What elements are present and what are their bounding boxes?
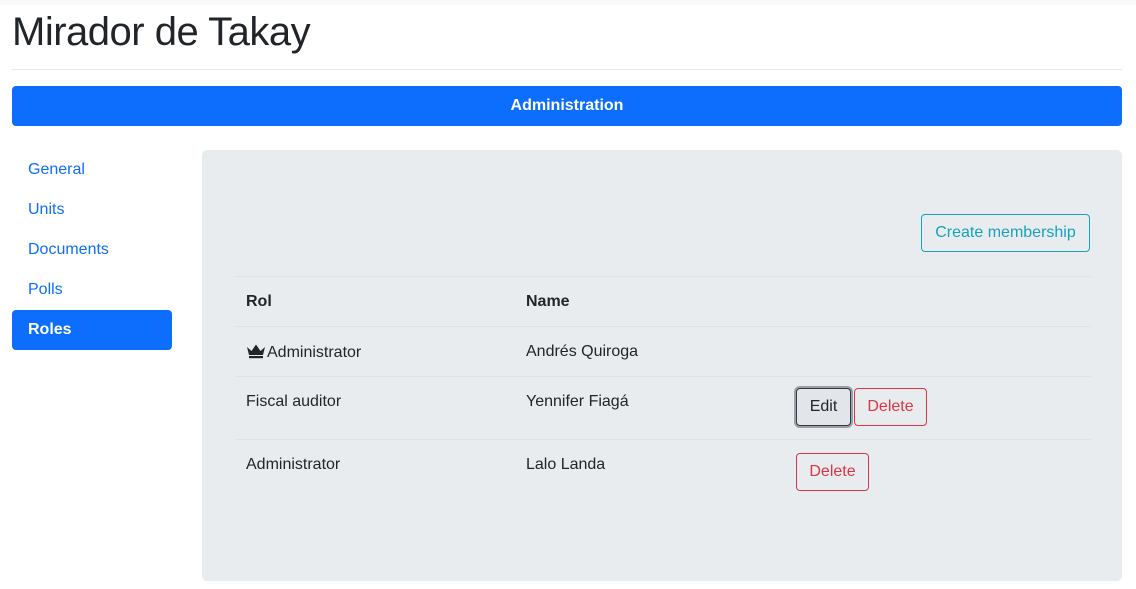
name-cell: Lalo Landa xyxy=(526,456,605,474)
sidebar-item-general[interactable]: General xyxy=(12,150,172,190)
table-row: Administrator Lalo Landa Delete xyxy=(235,439,1091,501)
administration-bar-label: Administration xyxy=(511,97,624,115)
role-cell: Administrator xyxy=(246,456,340,474)
name-cell: Yennifer Fiagá xyxy=(526,393,629,411)
table-header-row: Rol Name xyxy=(235,276,1091,326)
top-strip xyxy=(0,0,1136,5)
title-divider xyxy=(12,69,1122,70)
sidebar: General Units Documents Polls Roles xyxy=(12,150,172,350)
crown-icon xyxy=(246,343,266,364)
sidebar-item-polls[interactable]: Polls xyxy=(12,270,172,310)
column-header-rol: Rol xyxy=(246,293,272,311)
create-membership-button[interactable]: Create membership xyxy=(921,214,1090,252)
administration-bar[interactable]: Administration xyxy=(12,86,1122,126)
edit-button[interactable]: Edit xyxy=(796,388,851,426)
page-title: Mirador de Takay xyxy=(12,8,310,56)
roles-panel: Create membership Rol Name Administrator… xyxy=(202,150,1122,581)
table-row: Fiscal auditor Yennifer Fiagá Edit Delet… xyxy=(235,376,1091,439)
table-row: Administrator Andrés Quiroga xyxy=(235,326,1091,376)
role-text: Administrator xyxy=(267,344,361,361)
delete-button[interactable]: Delete xyxy=(854,388,927,426)
name-cell: Andrés Quiroga xyxy=(526,343,638,361)
sidebar-item-roles[interactable]: Roles xyxy=(12,310,172,350)
delete-button[interactable]: Delete xyxy=(796,453,869,491)
role-cell: Administrator xyxy=(246,343,361,364)
memberships-table: Rol Name Administrator Andrés Quiroga Fi… xyxy=(235,276,1091,501)
sidebar-item-documents[interactable]: Documents xyxy=(12,230,172,270)
sidebar-item-units[interactable]: Units xyxy=(12,190,172,230)
column-header-name: Name xyxy=(526,293,570,311)
role-cell: Fiscal auditor xyxy=(246,393,341,411)
